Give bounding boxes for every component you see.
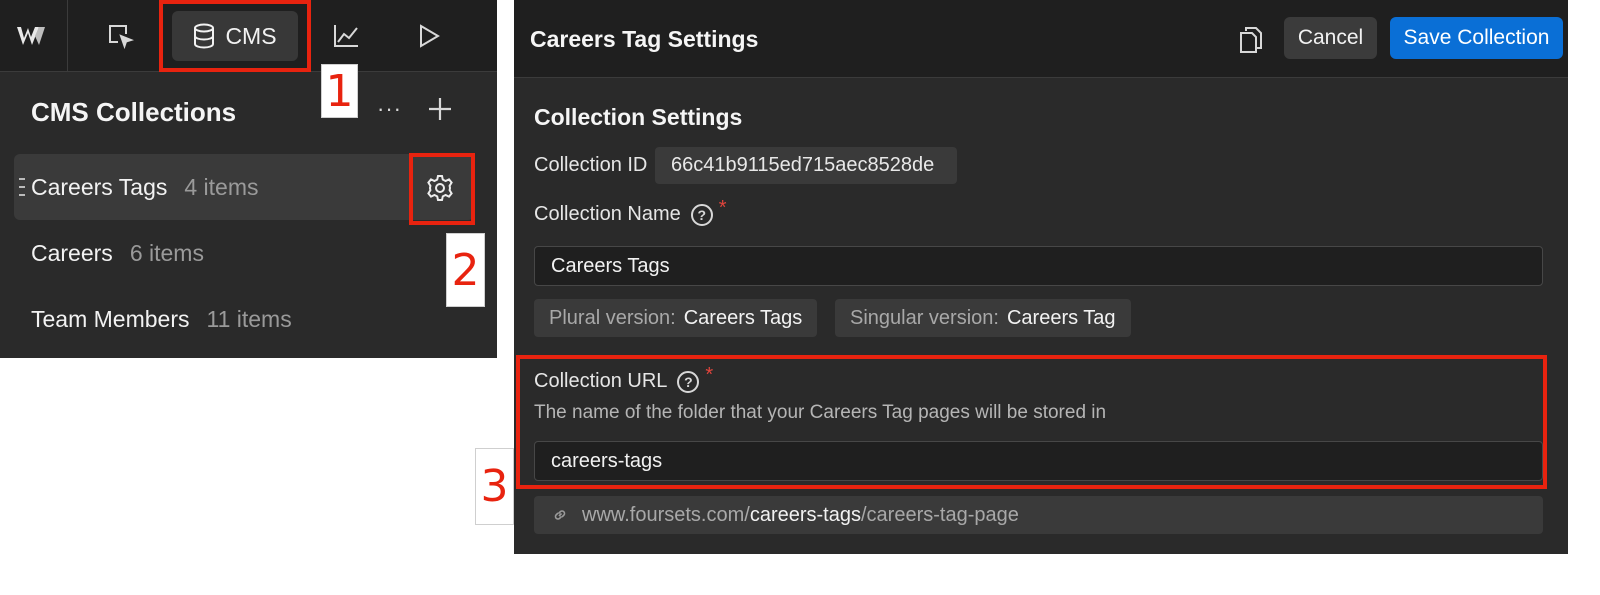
collection-name: Team Members [31,305,190,332]
collection-url-description: The name of the folder that your Careers… [534,402,1107,423]
cancel-button[interactable]: Cancel [1284,17,1377,59]
collection-count: 4 items [184,173,259,200]
cursor-select-icon[interactable] [100,12,140,60]
collection-settings-panel: Careers Tag Settings Cancel Save Collect… [514,0,1568,554]
collection-count: 11 items [206,305,292,332]
url-domain: www.foursets.com/ [582,503,750,526]
singular-version-chip[interactable]: Singular version: Careers Tag [835,299,1131,337]
tab-cms-label: CMS [225,22,277,49]
collection-name-input[interactable] [534,246,1543,286]
analytics-chart-icon[interactable] [328,12,364,60]
required-marker: * [705,364,714,386]
step-label-3: 3 [475,448,514,525]
step-label-2: 2 [446,233,485,307]
plural-value: Careers Tags [683,306,803,329]
cms-panel: CMS CMS Collections ··· Careers Tags 4 i… [0,0,497,358]
collection-name-label: Collection Name [534,203,681,225]
url-slug: careers-tags [749,503,861,526]
database-icon [194,23,215,49]
step-label-1: 1 [321,64,358,118]
add-collection-icon[interactable] [425,94,455,124]
collection-url-label-row: Collection URL? * [534,364,713,393]
settings-header: Careers Tag Settings Cancel Save Collect… [514,0,1568,78]
collection-id-value: 66c41b9115ed715aec8528de [655,147,957,184]
drag-handle-icon[interactable] [18,176,26,198]
collection-count: 6 items [129,239,204,266]
singular-value: Careers Tag [1006,306,1116,329]
more-options-icon[interactable]: ··· [377,96,402,122]
collection-item-careers[interactable]: Careers 6 items [14,220,474,286]
help-icon[interactable]: ? [677,370,700,393]
url-preview: www.foursets.com/careers-tags/careers-ta… [534,496,1543,534]
gear-icon[interactable] [425,173,455,203]
plural-label: Plural version: [549,306,676,329]
collection-url-input[interactable] [534,441,1543,481]
url-page: /careers-tag-page [860,503,1019,526]
plural-version-chip[interactable]: Plural version: Careers Tags [534,299,818,337]
save-collection-button[interactable]: Save Collection [1390,17,1563,59]
panel-title: CMS Collections [31,97,237,127]
collection-item-careers-tags[interactable]: Careers Tags 4 items [14,154,474,220]
webflow-logo-icon[interactable] [0,0,68,72]
collection-item-team-members[interactable]: Team Members 11 items [14,286,474,352]
page-title: Careers Tag Settings [530,26,759,52]
section-title: Collection Settings [534,104,743,130]
designer-top-nav: CMS [0,0,497,72]
singular-label: Singular version: [850,306,999,329]
duplicate-icon[interactable] [1238,24,1264,54]
required-marker: * [718,197,727,219]
collection-name: Careers [31,239,113,266]
collection-name-label-row: Collection Name? * [534,197,727,226]
help-icon[interactable]: ? [690,203,713,226]
collection-id-label: Collection ID [534,154,648,176]
collection-name: Careers Tags [31,173,168,200]
collection-url-label: Collection URL [534,370,668,392]
play-icon[interactable] [414,12,444,60]
tab-cms[interactable]: CMS [172,11,298,61]
link-icon [554,510,566,520]
